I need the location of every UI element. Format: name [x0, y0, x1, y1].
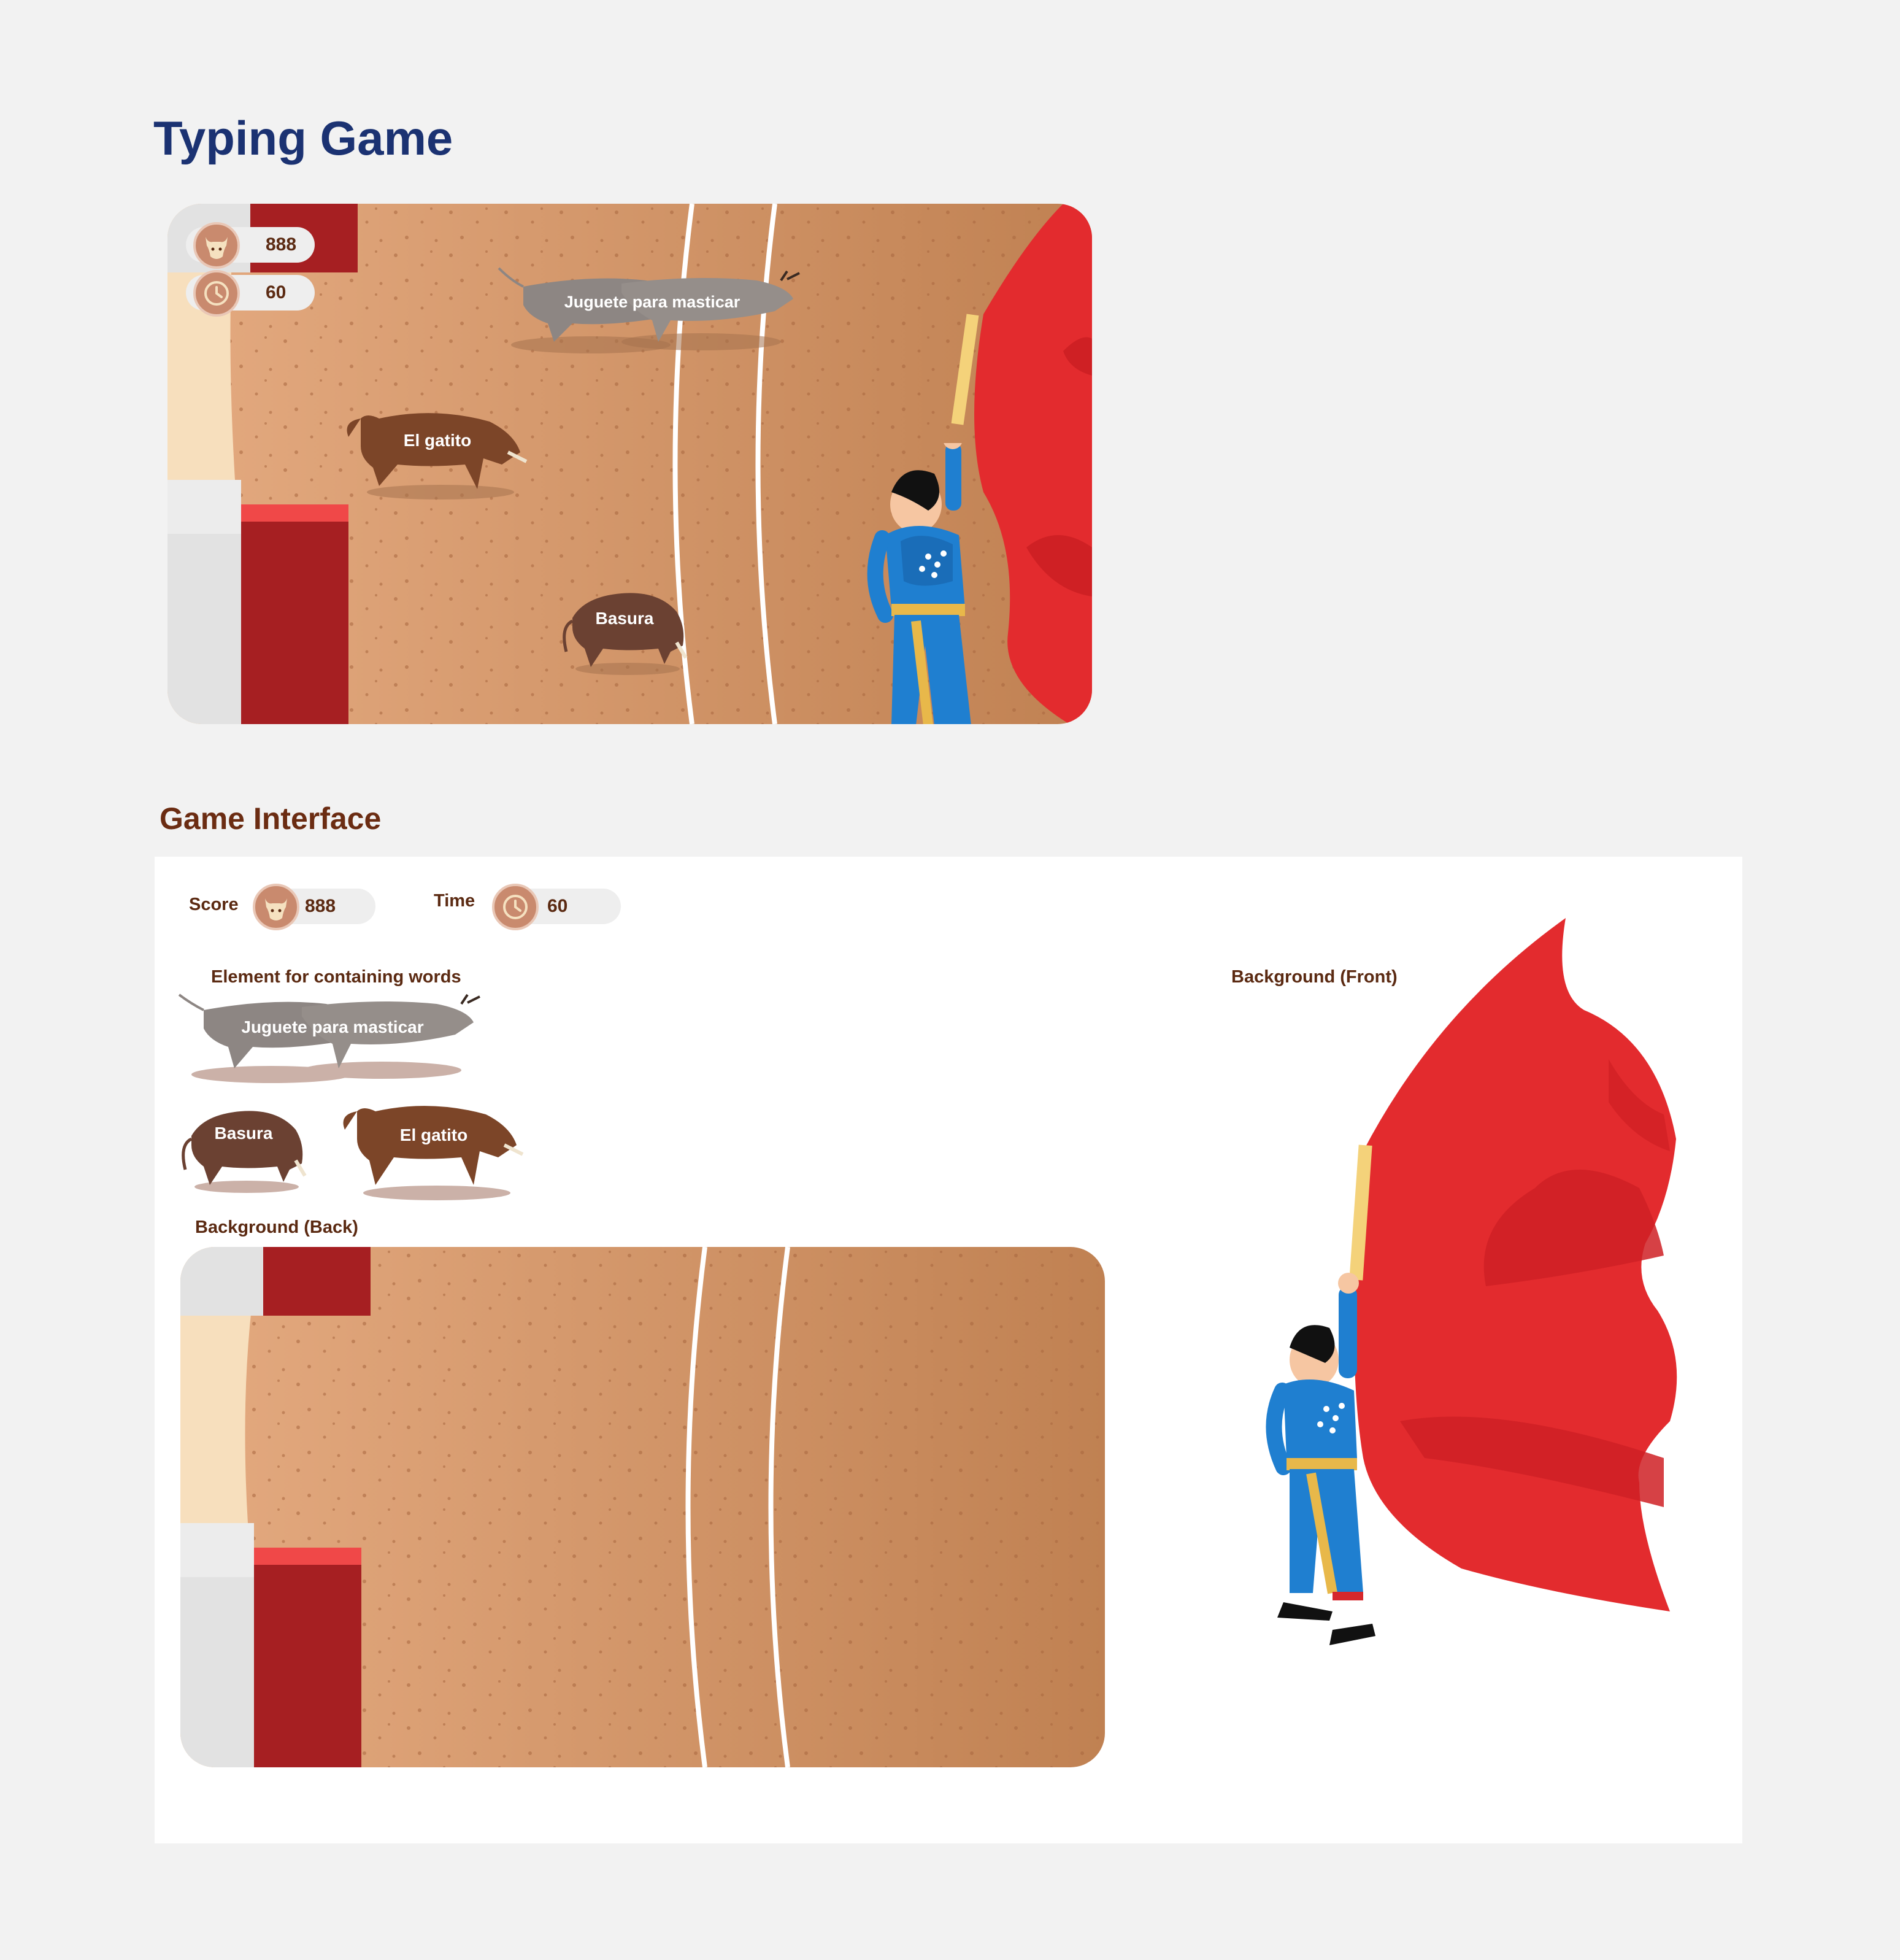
score-value: 888	[266, 234, 297, 255]
time-value: 60	[547, 896, 568, 916]
section-title: Game Interface	[160, 801, 382, 836]
word-bull-brown[interactable]: El gatito	[339, 1102, 529, 1200]
word-label: Juguete para masticar	[241, 1017, 424, 1036]
words-element-label: Element for containing words	[211, 967, 461, 987]
bull-head-icon	[193, 222, 240, 269]
word-bull-grey[interactable]: Juguete para masticar	[178, 992, 486, 1084]
word-bull-dark[interactable]: Basura	[554, 584, 695, 676]
arena-background	[180, 1247, 1105, 1767]
word-bull-grey[interactable]: Juguete para masticar	[498, 267, 806, 354]
background-back-label: Background (Back)	[195, 1217, 358, 1237]
score-label: Score	[189, 895, 239, 914]
interface-panel: Score 888 Time 60 Element for containing…	[155, 857, 1742, 1843]
bull-head-icon	[253, 884, 299, 930]
score-value: 888	[305, 896, 336, 916]
time-value: 60	[266, 282, 287, 303]
word-bull-dark[interactable]: Basura	[173, 1102, 314, 1194]
word-label: El gatito	[399, 1125, 468, 1144]
word-label: Basura	[595, 609, 654, 628]
page-title: Typing Game	[153, 111, 453, 165]
word-label: Basura	[214, 1124, 273, 1143]
time-label: Time	[434, 891, 475, 911]
game-screen: 888 60 Juguete para masticar El gatito B…	[167, 204, 1092, 724]
word-bull-brown[interactable]: El gatito	[342, 409, 533, 501]
clock-icon	[492, 884, 539, 930]
word-label: El gatito	[403, 431, 472, 450]
background-front-preview	[1266, 918, 1677, 1645]
background-back-preview	[180, 1247, 1105, 1767]
word-label: Juguete para masticar	[564, 293, 740, 311]
matador-figure	[867, 443, 971, 724]
clock-icon	[193, 270, 240, 317]
